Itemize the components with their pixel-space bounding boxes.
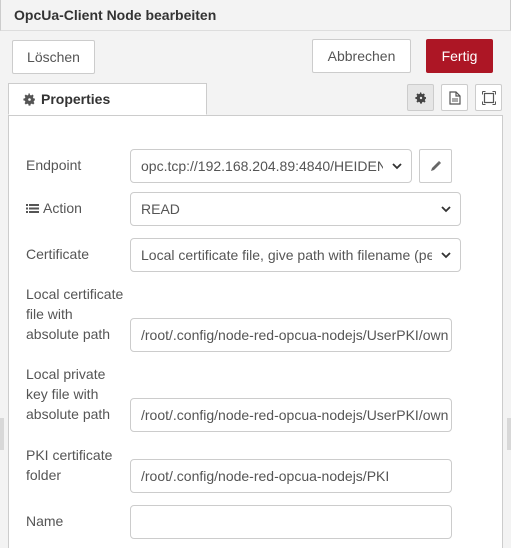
- local-cert-label: Local certificate file with absolute pat…: [26, 284, 123, 344]
- chevron-down-icon: [441, 252, 451, 259]
- name-label: Name: [26, 513, 64, 529]
- certificate-select[interactable]: Local certificate file, give path with f…: [130, 238, 461, 272]
- certificate-label: Certificate: [26, 246, 90, 262]
- action-label: Action: [43, 200, 82, 216]
- tab-description-button[interactable]: [441, 84, 468, 111]
- endpoint-label: Endpoint: [26, 157, 82, 173]
- right-resize-handle[interactable]: [507, 418, 511, 450]
- local-cert-label-line: file with: [26, 306, 73, 322]
- dialog-header: OpcUa-Client Node bearbeiten: [0, 0, 511, 31]
- tab-properties[interactable]: Properties: [8, 83, 207, 115]
- tab-appearance-button[interactable]: [475, 84, 502, 111]
- left-resize-handle[interactable]: [0, 418, 4, 450]
- gear-icon: [23, 92, 36, 106]
- chevron-down-icon: [441, 206, 451, 213]
- endpoint-value: opc.tcp://192.168.204.89:4840/HEIDEN: [141, 158, 383, 174]
- private-key-label-line: Local private: [26, 366, 106, 382]
- action-label-wrap: Action: [26, 198, 82, 218]
- pencil-icon: [430, 160, 442, 172]
- delete-button[interactable]: Löschen: [12, 40, 95, 74]
- local-cert-input[interactable]: /root/.config/node-red-opcua-nodejs/User…: [130, 318, 452, 352]
- endpoint-select[interactable]: opc.tcp://192.168.204.89:4840/HEIDEN: [130, 149, 412, 183]
- local-cert-label-line: absolute path: [26, 326, 111, 342]
- chevron-down-icon: [392, 163, 402, 170]
- tab-properties-label: Properties: [41, 91, 111, 107]
- pki-folder-label-line: PKI certificate: [26, 447, 113, 463]
- dialog-title: OpcUa-Client Node bearbeiten: [14, 7, 217, 23]
- document-icon: [448, 90, 461, 105]
- frame-icon: [481, 90, 496, 105]
- cancel-button[interactable]: Abbrechen: [312, 39, 411, 73]
- pki-folder-label: PKI certificate folder: [26, 445, 112, 485]
- private-key-input[interactable]: /root/.config/node-red-opcua-nodejs/User…: [130, 398, 452, 432]
- pki-folder-label-line: folder: [26, 467, 62, 483]
- certificate-value: Local certificate file, give path with f…: [141, 247, 432, 263]
- gear-icon: [414, 91, 427, 104]
- done-button[interactable]: Fertig: [426, 39, 493, 73]
- list-icon: [26, 203, 39, 214]
- tab-settings-button[interactable]: [407, 84, 434, 111]
- action-value: READ: [141, 201, 180, 217]
- local-cert-label-line: Local certificate: [26, 286, 124, 302]
- edit-endpoint-button[interactable]: [419, 149, 452, 183]
- action-select[interactable]: READ: [130, 192, 461, 226]
- tab-bar: Properties: [8, 83, 503, 116]
- private-key-label-line: absolute path: [26, 406, 111, 422]
- name-input[interactable]: [130, 505, 452, 539]
- private-key-label-line: key file with: [26, 386, 99, 402]
- pki-folder-input[interactable]: /root/.config/node-red-opcua-nodejs/PKI: [130, 459, 452, 493]
- private-key-label: Local private key file with absolute pat…: [26, 364, 110, 424]
